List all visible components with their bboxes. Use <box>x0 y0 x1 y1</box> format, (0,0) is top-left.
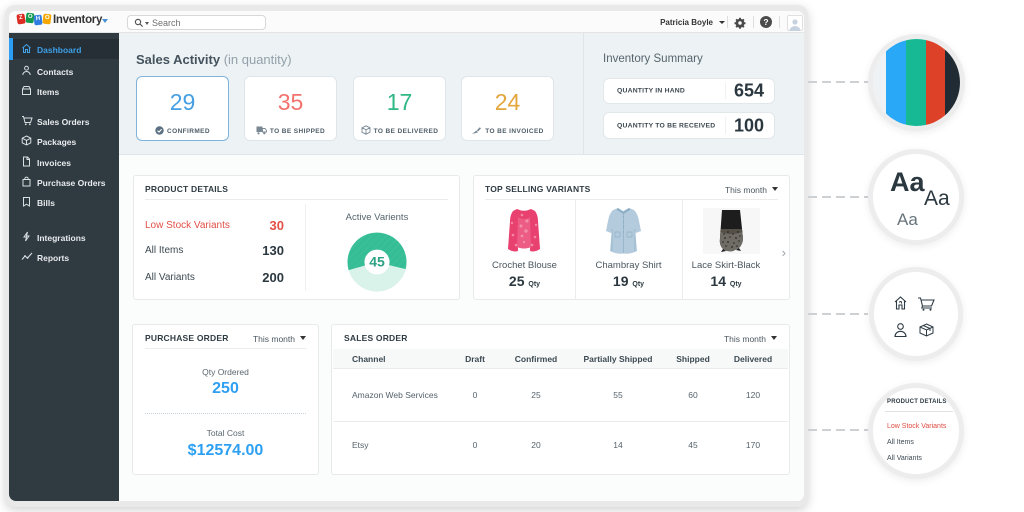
svg-text:45: 45 <box>369 254 385 270</box>
